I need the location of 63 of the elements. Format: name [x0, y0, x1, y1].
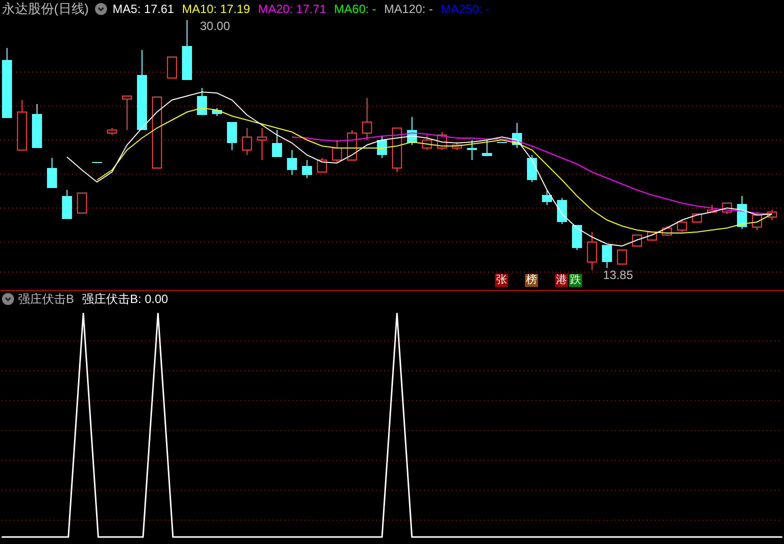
candlestick	[272, 130, 282, 158]
candlestick	[617, 250, 627, 264]
candlestick	[572, 224, 582, 250]
candlestick	[212, 108, 222, 116]
candlestick	[62, 190, 72, 220]
candlestick	[17, 100, 27, 150]
high-price-label: 30.00	[200, 19, 230, 33]
candlestick	[47, 158, 57, 188]
candlestick	[287, 150, 297, 176]
chart-title: 永达股份(日线)	[2, 0, 89, 18]
candlestick	[482, 140, 492, 156]
candlestick	[752, 212, 762, 230]
candlestick	[767, 210, 777, 220]
candlestick	[167, 56, 177, 78]
candlestick	[467, 140, 477, 160]
moving-average-label: MA250: -	[440, 2, 490, 16]
low-price-label: 13.85	[603, 268, 634, 282]
candlestick	[347, 130, 357, 160]
candlestick	[257, 128, 267, 160]
moving-average-label: MA10: 17.19	[182, 2, 250, 16]
moving-average-label: MA120: -	[384, 2, 433, 16]
candlestick	[197, 88, 207, 116]
event-tag[interactable]: 跌	[569, 274, 582, 287]
chevron-down-icon[interactable]	[2, 293, 14, 305]
candlestick	[302, 160, 312, 178]
candlestick	[122, 96, 132, 130]
indicator-name: 强庄伏击B	[18, 290, 74, 308]
candlestick	[77, 192, 87, 214]
candlestick	[107, 128, 117, 136]
candlestick	[452, 142, 462, 150]
candlestick	[242, 128, 252, 156]
candlestick	[32, 104, 42, 148]
candlestick	[422, 134, 432, 150]
candlestick	[332, 140, 342, 162]
moving-average-label: MA5: 17.61	[112, 2, 174, 16]
event-tag[interactable]: 张	[495, 274, 508, 287]
candlestick	[377, 136, 387, 158]
candlestick	[2, 48, 12, 118]
event-tag[interactable]: 港	[555, 274, 568, 287]
candlestick	[512, 122, 522, 148]
candlestick	[152, 96, 162, 168]
candlestick	[737, 196, 747, 230]
candlestick	[92, 162, 102, 164]
candlestick	[632, 234, 642, 246]
candlestick	[587, 232, 597, 270]
candlestick	[317, 158, 327, 172]
candlestick	[602, 244, 612, 268]
moving-average-label: MA20: 17.71	[258, 2, 326, 16]
candlestick	[707, 204, 717, 212]
candlestick	[182, 20, 192, 80]
indicator-value: 强庄伏击B: 0.00	[82, 290, 168, 308]
candlestick	[407, 116, 417, 146]
candlestick	[557, 198, 567, 224]
candlestick	[227, 122, 237, 150]
candlestick	[497, 142, 507, 144]
candlestick	[392, 128, 402, 172]
moving-average-label: MA60: -	[334, 2, 376, 16]
chevron-down-icon[interactable]	[94, 3, 107, 15]
event-tag[interactable]: 榜	[525, 274, 538, 287]
candlestick	[542, 190, 552, 206]
candlestick	[362, 98, 372, 140]
candlestick	[527, 154, 537, 182]
candlestick	[677, 220, 687, 232]
